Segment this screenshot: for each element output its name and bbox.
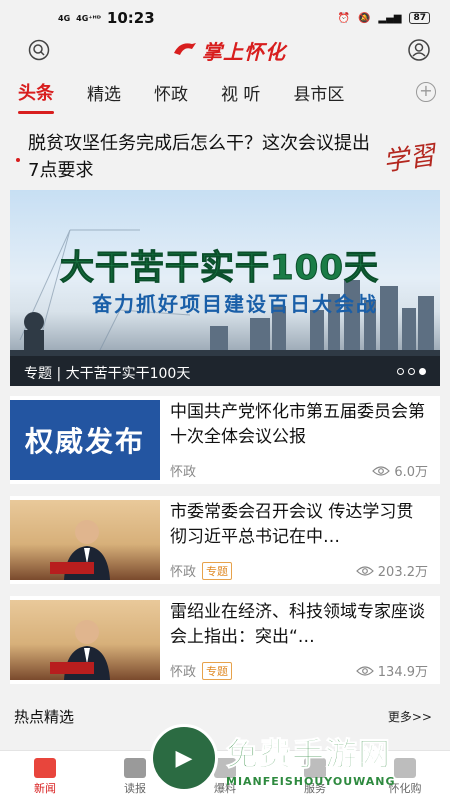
view-count: 203.2万 <box>355 561 428 580</box>
newspaper-icon <box>124 758 146 778</box>
news-source: 怀政 <box>170 465 197 480</box>
profile-button[interactable] <box>406 37 432 63</box>
tab-audio-video[interactable]: 视 听 <box>221 80 260 105</box>
banner-caption: 专题 | 大干苦干实干100天 <box>10 356 440 386</box>
nav-news[interactable]: 新闻 <box>15 758 75 796</box>
watermark-subtitle: MIANFEISHOUYOUWANG <box>226 774 396 788</box>
view-count-value: 134.9万 <box>377 665 428 680</box>
clock: 10:23 <box>106 9 155 27</box>
news-source: 怀政 <box>170 665 197 680</box>
battery-indicator: 87 <box>409 12 430 24</box>
bullet-dot <box>16 158 20 162</box>
alarm-icon: ⏰ <box>337 12 350 24</box>
hot-picks-title: 热点精选 <box>14 707 75 726</box>
tab-featured[interactable]: 精选 <box>87 80 121 105</box>
banner-subtitle: 奋力抓好项目建设百日大会战 <box>92 292 378 316</box>
nameplate <box>50 662 94 674</box>
mute-icon: 🔕 <box>357 12 371 24</box>
tab-government[interactable]: 怀政 <box>154 80 188 105</box>
status-bar: 4G 4G⁺ᴴᴰ 10:23 ⏰ 🔕 ▂▄▆ 87 <box>0 0 450 36</box>
app-title: 掌上怀化 <box>202 39 286 64</box>
view-count-value: 6.0万 <box>394 465 428 480</box>
search-button[interactable] <box>26 37 52 63</box>
app-logo: 掌上怀化 <box>172 36 286 65</box>
news-thumbnail <box>10 600 160 680</box>
carousel-dot[interactable] <box>397 368 404 375</box>
study-badge: 学習 <box>381 140 438 178</box>
list-item[interactable]: 雷绍业在经济、科技领域专家座谈会上指出：突出“… 怀政 专题 134.9万 <box>10 596 440 684</box>
news-icon <box>34 758 56 778</box>
view-count: 6.0万 <box>372 461 428 480</box>
view-count: 134.9万 <box>355 661 428 680</box>
news-title[interactable]: 雷绍业在经济、科技领域专家座谈会上指出：突出“… <box>170 600 428 650</box>
eye-icon <box>372 465 391 476</box>
nameplate <box>50 562 94 574</box>
signal-indicator-1: 4G <box>58 13 71 23</box>
signal-icon: ▂▄▆ <box>378 12 402 24</box>
eye-icon <box>355 665 374 676</box>
topic-tag: 专题 <box>202 561 233 580</box>
list-item[interactable]: 权威发布 中国共产党怀化市第五届委员会第十次全体会议公报 怀政 6.0万 <box>10 396 440 484</box>
news-thumbnail <box>10 500 160 580</box>
news-source: 怀政 <box>170 565 197 580</box>
news-title[interactable]: 市委常委会召开会议 传达学习贯彻习近平总书记在中… <box>170 500 428 550</box>
carousel-dot-active[interactable] <box>419 368 426 375</box>
user-icon <box>408 39 430 61</box>
watermark-title: 免费手游网 <box>226 734 392 773</box>
nav-label: 读报 <box>124 782 146 795</box>
search-icon <box>28 39 50 61</box>
news-title[interactable]: 中国共产党怀化市第五届委员会第十次全体会议公报 <box>170 400 428 450</box>
banner-title: 大干苦干实干100天 <box>60 248 379 289</box>
signal-indicator-2: 4G⁺ᴴᴰ <box>76 13 101 23</box>
logo-icon <box>174 43 196 55</box>
featured-banner[interactable]: 大干苦干实干100天 奋力抓好项目建设百日大会战 专题 | 大干苦干实干100天 <box>10 190 440 386</box>
topic-tag: 专题 <box>202 661 233 680</box>
eye-icon <box>355 565 374 576</box>
news-list: 权威发布 中国共产党怀化市第五届委员会第十次全体会议公报 怀政 6.0万 市委常… <box>0 386 450 684</box>
news-thumbnail: 权威发布 <box>10 400 160 480</box>
nav-label: 新闻 <box>34 782 56 795</box>
list-item[interactable]: 市委常委会召开会议 传达学习贯彻习近平总书记在中… 怀政 专题 203.2万 <box>10 496 440 584</box>
tab-headlines[interactable]: 头条 <box>18 79 54 114</box>
tab-counties[interactable]: 县市区 <box>293 80 344 105</box>
site-watermark: ▶ 免费手游网 MIANFEISHOUYOUWANG <box>150 722 450 794</box>
headline-text[interactable]: 脱贫攻坚任务完成后怎么干？这次会议提出7点要求 <box>28 130 373 190</box>
app-header: 掌上怀化 <box>0 36 450 64</box>
carousel-indicator <box>397 368 426 375</box>
channel-tabs: 头条 精选 怀政 视 听 县市区 + <box>0 64 450 120</box>
watermark-logo: ▶ <box>150 724 218 792</box>
view-count-value: 203.2万 <box>377 565 428 580</box>
carousel-dot[interactable] <box>408 368 415 375</box>
add-channel-icon[interactable]: + <box>416 82 436 102</box>
top-headline[interactable]: 脱贫攻坚任务完成后怎么干？这次会议提出7点要求 学習 <box>0 120 450 190</box>
